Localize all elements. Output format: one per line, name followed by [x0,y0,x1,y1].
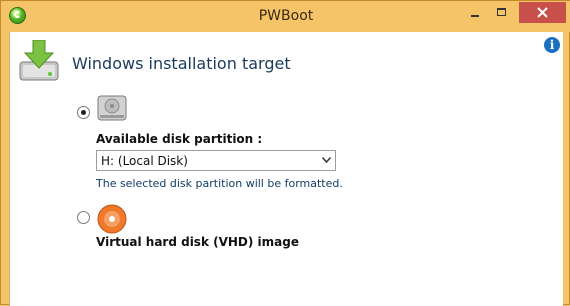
content-panel: i Windows installation target Available … [9,32,563,306]
close-button[interactable] [519,2,566,23]
disk-partition-label: Available disk partition : [96,132,263,146]
disk-partition-radio[interactable] [77,106,90,119]
hard-disk-icon [97,95,127,121]
maximize-button[interactable] [489,2,515,23]
vhd-label: Virtual hard disk (VHD) image [96,235,299,249]
close-icon [537,7,548,18]
chevron-down-icon [322,157,331,163]
disk-partition-value: H: (Local Disk) [101,154,188,168]
minimize-button[interactable] [462,2,488,23]
vhd-radio[interactable] [77,211,90,224]
title-bar[interactable]: PWBoot [1,1,570,32]
pwboot-window: PWBoot i Windows installation target Ava… [0,0,570,306]
format-warning-note: The selected disk partition will be form… [96,177,343,190]
optical-disc-icon [97,204,127,234]
hdd-download-icon [19,40,59,81]
disk-partition-select[interactable]: H: (Local Disk) [96,150,336,171]
info-icon[interactable]: i [544,37,560,53]
section-title: Windows installation target [72,54,291,73]
